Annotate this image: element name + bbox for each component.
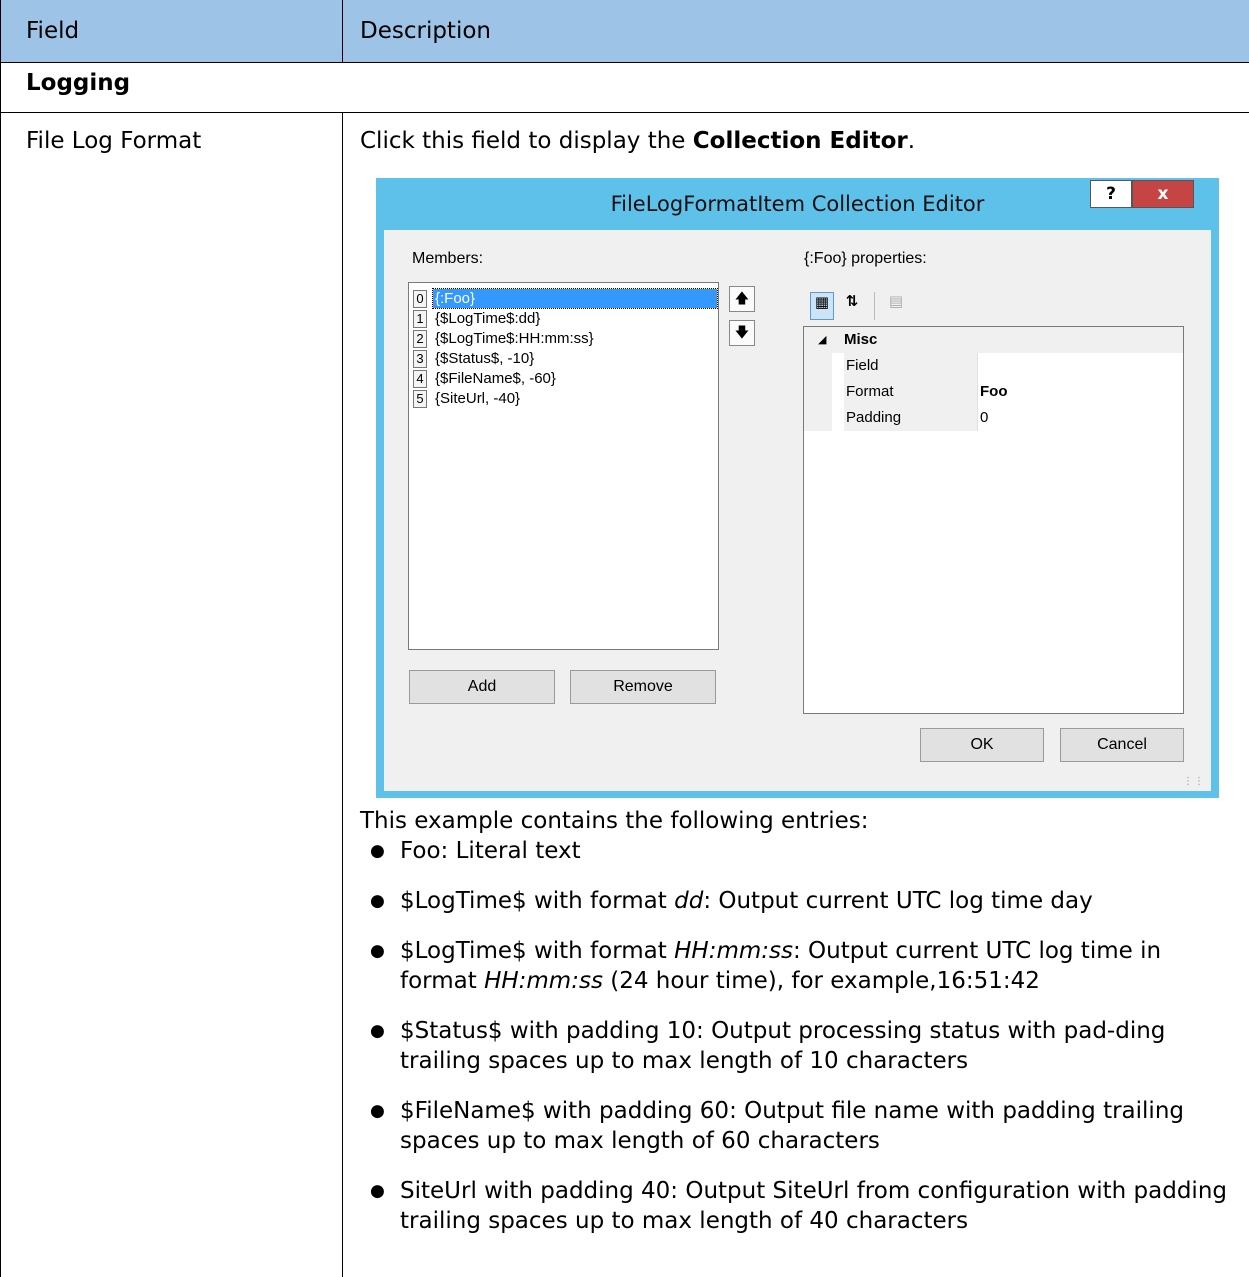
column-divider (342, 112, 343, 1277)
toolbar-separator (874, 292, 875, 320)
member-text: {:Foo} (432, 288, 718, 309)
bullet-icon: ● (370, 841, 385, 861)
category-row[interactable]: ◢ Misc (804, 327, 1183, 353)
list-item: ● SiteUrl with padding 40: Output SiteUrl… (360, 1176, 1240, 1236)
property-row[interactable]: Field (804, 353, 1183, 379)
row-gutter (804, 379, 832, 405)
property-name: Format (844, 379, 978, 405)
property-value[interactable]: Foo (980, 379, 1008, 405)
item-format: HH:mm:ss (484, 968, 603, 994)
table-left-border (0, 0, 1, 1277)
bullet-icon: ● (370, 1181, 385, 1201)
category-label: Misc (844, 331, 878, 348)
header-field: Field (26, 18, 80, 44)
field-name: File Log Format (26, 128, 202, 154)
member-index: 1 (413, 310, 427, 328)
close-button[interactable]: x (1132, 180, 1194, 208)
member-index: 2 (413, 330, 427, 348)
item-text: SiteUrl with padding 40: Output SiteUrl … (400, 1178, 1227, 1234)
entries-intro: This example contains the following entr… (360, 808, 869, 834)
item-text: : Output current UTC log time day (703, 888, 1093, 914)
header-column-divider (342, 0, 343, 62)
categorized-icon[interactable]: ▦ (810, 292, 834, 320)
sort-az-icon[interactable]: ⇅ (840, 292, 864, 320)
remove-button[interactable]: Remove (570, 670, 716, 704)
item-text: $Status$ with padding 10: Output process… (400, 1018, 1166, 1074)
list-item: ● $LogTime$ with format dd: Output curren… (360, 886, 1240, 916)
dialog-client: Members: 0 {:Foo} 1 {$LogTime$:dd} 2 {$L… (384, 230, 1211, 791)
bullet-icon: ● (370, 941, 385, 961)
item-text: Foo: Literal text (400, 838, 581, 864)
move-down-button[interactable]: 🡇 (729, 320, 755, 346)
member-index: 0 (413, 290, 427, 308)
arrow-down-icon: 🡇 (734, 325, 750, 341)
row-gutter (804, 405, 832, 431)
member-text: {SiteUrl, -40} (435, 390, 521, 407)
cancel-button[interactable]: Cancel (1060, 728, 1184, 762)
members-list[interactable]: 0 {:Foo} 1 {$LogTime$:dd} 2 {$LogTime$:H… (408, 282, 719, 650)
properties-label: {:Foo} properties: (804, 250, 927, 267)
collection-editor-dialog: FileLogFormatItem Collection Editor ? x … (376, 178, 1219, 798)
help-button[interactable]: ? (1090, 180, 1132, 208)
arrow-up-icon: 🡅 (734, 291, 750, 307)
collapse-icon[interactable]: ◢ (818, 327, 826, 353)
section-divider (0, 112, 1249, 113)
property-pages-icon[interactable]: ▤ (884, 292, 908, 320)
list-item: ● $FileName$ with padding 60: Output file… (360, 1096, 1240, 1156)
property-value[interactable]: 0 (980, 405, 988, 431)
item-text: $LogTime$ with format (400, 938, 675, 964)
entries-list: ● Foo: Literal text ● $LogTime$ with forma… (360, 836, 1240, 1256)
bullet-icon: ● (370, 1021, 385, 1041)
list-item: ● $LogTime$ with format HH:mm:ss: Output … (360, 936, 1240, 996)
property-name: Padding (844, 405, 978, 431)
table-header: Field Description (0, 0, 1249, 62)
move-up-button[interactable]: 🡅 (729, 286, 755, 312)
header-description: Description (360, 18, 491, 44)
property-row[interactable]: Padding 0 (804, 405, 1183, 431)
row-gutter (804, 353, 832, 379)
bullet-icon: ● (370, 891, 385, 911)
bullet-icon: ● (370, 1101, 385, 1121)
resize-grip[interactable]: ⋮⋮ (1183, 776, 1205, 787)
member-index: 3 (413, 350, 427, 368)
member-text: {$Status$, -10} (435, 350, 535, 367)
member-text: {$LogTime$:HH:mm:ss} (435, 330, 594, 347)
member-text: {$FileName$, -60} (435, 370, 556, 387)
item-text: (24 hour time), for example,16:51:42 (602, 968, 1040, 994)
property-name: Field (844, 353, 978, 379)
property-row[interactable]: Format Foo (804, 379, 1183, 405)
member-text: {$LogTime$:dd} (435, 310, 541, 327)
item-format: dd (674, 888, 704, 914)
item-text: $FileName$ with padding 60: Output file … (400, 1098, 1184, 1154)
item-text: $LogTime$ with format (400, 888, 675, 914)
header-divider (0, 62, 1249, 63)
members-label: Members: (412, 250, 484, 267)
field-intro: Click this field to display the Collecti… (360, 128, 915, 154)
section-title: Logging (26, 70, 131, 96)
item-format: HH:mm:ss (674, 938, 793, 964)
intro-suffix: . (907, 128, 916, 154)
list-item: ● Foo: Literal text (360, 836, 1240, 866)
intro-bold: Collection Editor (692, 128, 908, 154)
member-index: 5 (413, 390, 427, 408)
list-item: ● $Status$ with padding 10: Output proces… (360, 1016, 1240, 1076)
add-button[interactable]: Add (409, 670, 555, 704)
member-index: 4 (413, 370, 427, 388)
intro-text: Click this field to display the (360, 128, 693, 154)
property-grid[interactable]: ◢ Misc Field Format Foo Padding 0 (803, 326, 1184, 714)
ok-button[interactable]: OK (920, 728, 1044, 762)
